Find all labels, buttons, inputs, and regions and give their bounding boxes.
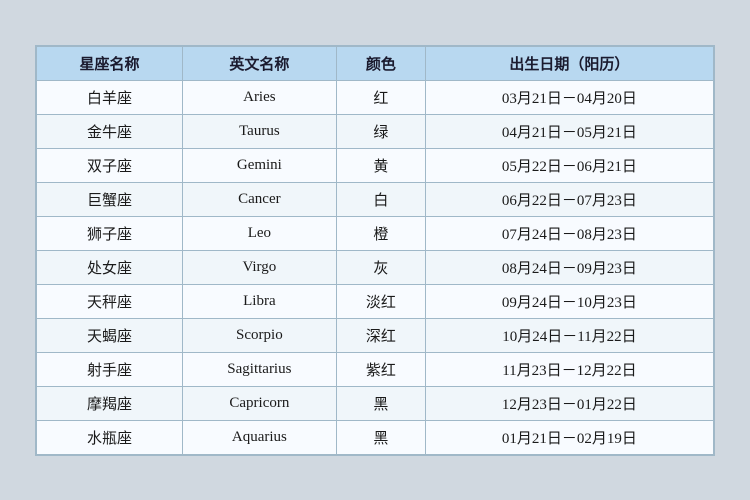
cell-color: 紫红 bbox=[336, 352, 425, 386]
cell-english: Gemini bbox=[182, 148, 336, 182]
cell-chinese: 天蝎座 bbox=[37, 318, 183, 352]
cell-chinese: 水瓶座 bbox=[37, 420, 183, 454]
cell-english: Scorpio bbox=[182, 318, 336, 352]
cell-color: 白 bbox=[336, 182, 425, 216]
cell-chinese: 处女座 bbox=[37, 250, 183, 284]
table-row: 白羊座Aries红03月21日－04月20日 bbox=[37, 80, 714, 114]
cell-date: 11月23日－12月22日 bbox=[425, 352, 713, 386]
cell-color: 黄 bbox=[336, 148, 425, 182]
cell-chinese: 天秤座 bbox=[37, 284, 183, 318]
cell-color: 黑 bbox=[336, 386, 425, 420]
cell-color: 绿 bbox=[336, 114, 425, 148]
cell-chinese: 金牛座 bbox=[37, 114, 183, 148]
table-row: 摩羯座Capricorn黑12月23日－01月22日 bbox=[37, 386, 714, 420]
table-row: 双子座Gemini黄05月22日－06月21日 bbox=[37, 148, 714, 182]
cell-date: 09月24日－10月23日 bbox=[425, 284, 713, 318]
cell-date: 12月23日－01月22日 bbox=[425, 386, 713, 420]
table-row: 金牛座Taurus绿04月21日－05月21日 bbox=[37, 114, 714, 148]
cell-english: Leo bbox=[182, 216, 336, 250]
cell-color: 灰 bbox=[336, 250, 425, 284]
zodiac-table: 星座名称 英文名称 颜色 出生日期（阳历） 白羊座Aries红03月21日－04… bbox=[36, 46, 714, 455]
cell-english: Libra bbox=[182, 284, 336, 318]
cell-color: 深红 bbox=[336, 318, 425, 352]
cell-chinese: 白羊座 bbox=[37, 80, 183, 114]
table-row: 天秤座Libra淡红09月24日－10月23日 bbox=[37, 284, 714, 318]
cell-english: Sagittarius bbox=[182, 352, 336, 386]
cell-date: 08月24日－09月23日 bbox=[425, 250, 713, 284]
cell-chinese: 狮子座 bbox=[37, 216, 183, 250]
cell-color: 红 bbox=[336, 80, 425, 114]
table-body: 白羊座Aries红03月21日－04月20日金牛座Taurus绿04月21日－0… bbox=[37, 80, 714, 454]
cell-date: 05月22日－06月21日 bbox=[425, 148, 713, 182]
cell-english: Virgo bbox=[182, 250, 336, 284]
table-row: 射手座Sagittarius紫红11月23日－12月22日 bbox=[37, 352, 714, 386]
cell-chinese: 双子座 bbox=[37, 148, 183, 182]
cell-english: Taurus bbox=[182, 114, 336, 148]
table-row: 狮子座Leo橙07月24日－08月23日 bbox=[37, 216, 714, 250]
col-header-date: 出生日期（阳历） bbox=[425, 46, 713, 80]
cell-english: Capricorn bbox=[182, 386, 336, 420]
col-header-color: 颜色 bbox=[336, 46, 425, 80]
cell-date: 04月21日－05月21日 bbox=[425, 114, 713, 148]
table-header-row: 星座名称 英文名称 颜色 出生日期（阳历） bbox=[37, 46, 714, 80]
col-header-english: 英文名称 bbox=[182, 46, 336, 80]
cell-chinese: 射手座 bbox=[37, 352, 183, 386]
table-row: 处女座Virgo灰08月24日－09月23日 bbox=[37, 250, 714, 284]
table-row: 天蝎座Scorpio深红10月24日－11月22日 bbox=[37, 318, 714, 352]
cell-chinese: 巨蟹座 bbox=[37, 182, 183, 216]
cell-english: Aries bbox=[182, 80, 336, 114]
col-header-chinese: 星座名称 bbox=[37, 46, 183, 80]
cell-date: 01月21日－02月19日 bbox=[425, 420, 713, 454]
cell-date: 07月24日－08月23日 bbox=[425, 216, 713, 250]
cell-date: 10月24日－11月22日 bbox=[425, 318, 713, 352]
zodiac-table-container: 星座名称 英文名称 颜色 出生日期（阳历） 白羊座Aries红03月21日－04… bbox=[35, 45, 715, 456]
cell-color: 黑 bbox=[336, 420, 425, 454]
table-row: 巨蟹座Cancer白06月22日－07月23日 bbox=[37, 182, 714, 216]
cell-english: Aquarius bbox=[182, 420, 336, 454]
cell-date: 03月21日－04月20日 bbox=[425, 80, 713, 114]
table-row: 水瓶座Aquarius黑01月21日－02月19日 bbox=[37, 420, 714, 454]
cell-color: 淡红 bbox=[336, 284, 425, 318]
cell-color: 橙 bbox=[336, 216, 425, 250]
cell-english: Cancer bbox=[182, 182, 336, 216]
cell-chinese: 摩羯座 bbox=[37, 386, 183, 420]
cell-date: 06月22日－07月23日 bbox=[425, 182, 713, 216]
